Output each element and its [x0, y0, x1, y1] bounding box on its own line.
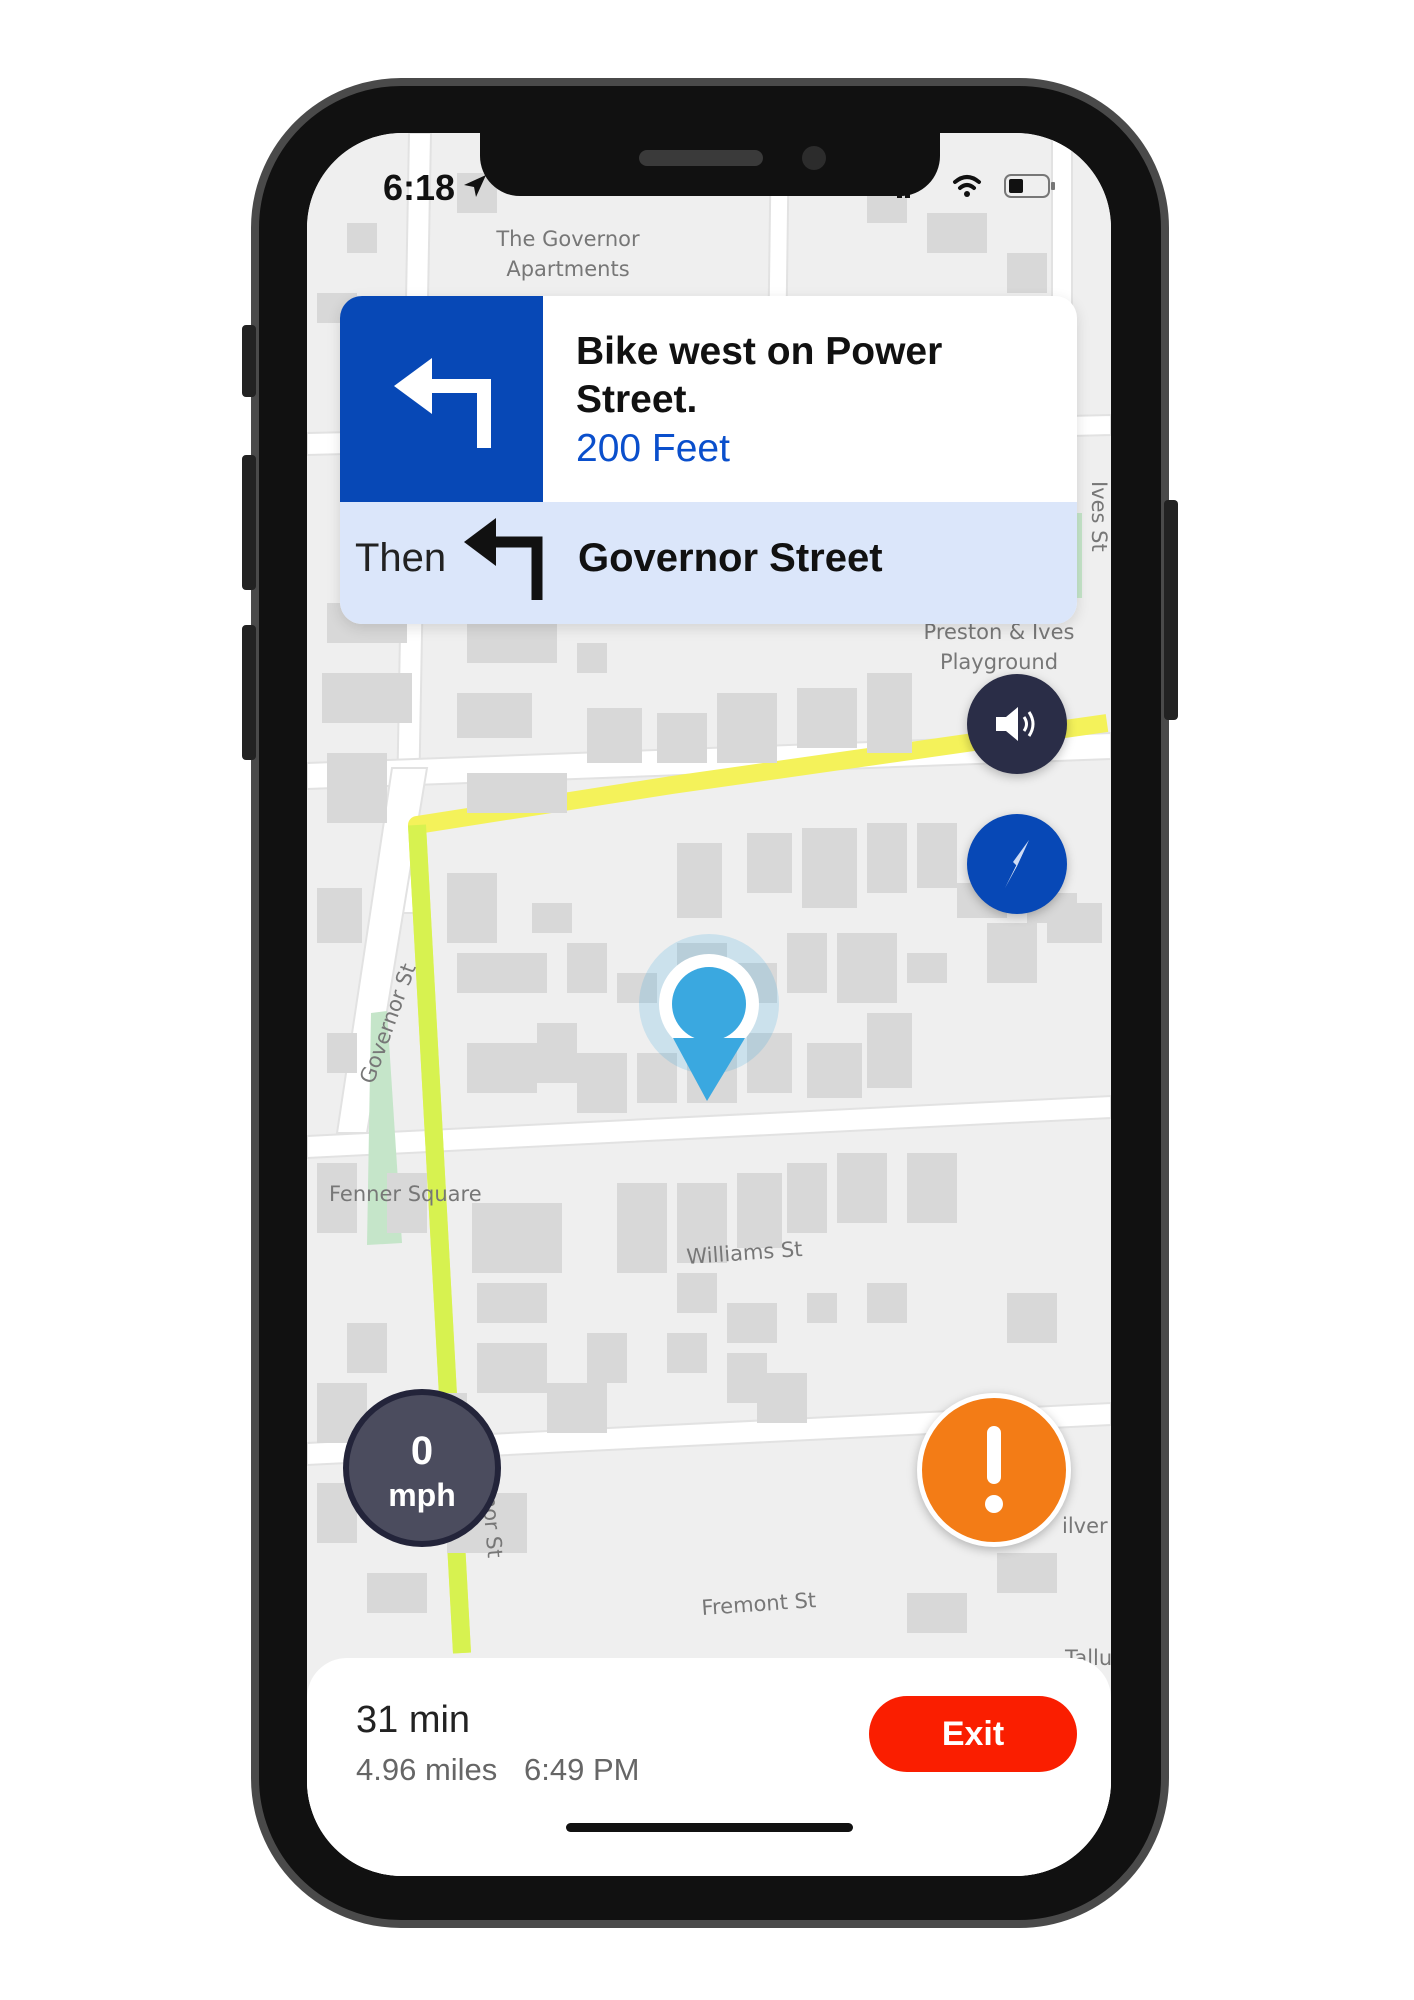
report-alert-button[interactable] — [917, 1393, 1071, 1547]
mute-switch — [242, 325, 256, 397]
speed-unit: mph — [388, 1477, 456, 1513]
volume-up-button — [242, 455, 256, 590]
screen: The Governor Apartments Ives St Preston … — [307, 133, 1111, 1876]
volume-button[interactable] — [967, 674, 1067, 774]
status-time: 6:18 — [383, 167, 456, 208]
trip-distance: 4.96 miles — [356, 1752, 498, 1787]
instruction-text: Bike west on Power Street. — [576, 330, 943, 421]
status-icons — [897, 174, 1055, 198]
speed-value: 0 — [410, 1429, 434, 1473]
volume-icon — [996, 707, 1035, 741]
signal-icon — [897, 185, 910, 198]
volume-down-button — [242, 625, 256, 760]
notch — [480, 133, 940, 196]
then-turn-left-icon — [464, 518, 543, 600]
speedometer: 0 mph — [343, 1389, 501, 1547]
exit-button[interactable]: Exit — [869, 1696, 1077, 1772]
turn-left-icon — [394, 358, 491, 448]
battery-icon — [1004, 174, 1055, 198]
power-button — [1164, 500, 1178, 720]
turn-indicator — [340, 296, 543, 502]
arrival-time: 6:49 PM — [524, 1752, 640, 1787]
map-label-governor-apartments: The Governor — [495, 227, 640, 251]
speaker — [639, 150, 763, 166]
map-label-governor-apartments-2: Apartments — [506, 257, 629, 281]
navigation-card[interactable]: Bike west on Power Street. 200 Feet Then… — [340, 296, 1077, 624]
camera — [802, 146, 826, 170]
then-street: Governor Street — [578, 536, 883, 580]
alert-icon — [985, 1426, 1003, 1513]
wifi-icon — [953, 175, 981, 197]
distance-text: 200 Feet — [576, 427, 730, 470]
map-label-silver: ilver — [1062, 1514, 1108, 1538]
compass-icon — [1005, 840, 1029, 888]
then-bar: Then Governor Street — [340, 502, 1077, 624]
then-label: Then — [355, 536, 447, 580]
compass-button[interactable] — [967, 814, 1067, 914]
location-arrow-icon — [464, 175, 486, 197]
trip-duration: 31 min — [356, 1699, 471, 1741]
home-indicator[interactable] — [566, 1823, 853, 1832]
map-label-ives-st: Ives St — [1087, 481, 1111, 552]
map-label-fenner-square: Fenner Square — [329, 1182, 482, 1206]
trip-summary-sheet: 31 min 4.96 miles 6:49 PM Exit — [307, 1658, 1111, 1876]
map-label-preston-ives-2: Playground — [940, 650, 1058, 674]
